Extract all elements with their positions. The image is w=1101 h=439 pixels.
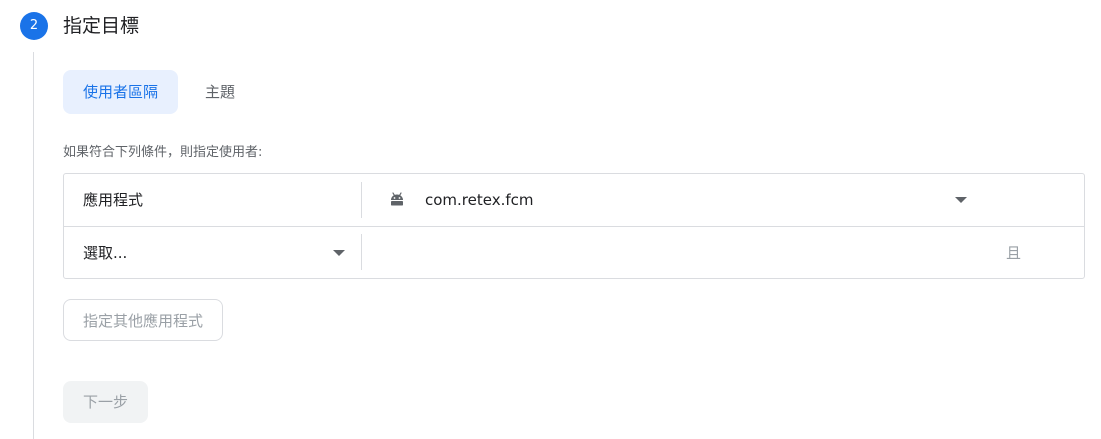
condition-dropdown-arrow-icon[interactable]	[333, 250, 345, 256]
app-dropdown-arrow-icon[interactable]	[955, 197, 967, 203]
android-icon	[391, 192, 403, 206]
step-number-badge: 2	[20, 12, 48, 40]
select-condition-row: 選取... 且	[64, 227, 1084, 278]
cell-divider	[361, 182, 362, 218]
targeting-step-page: 2 指定目標 使用者區隔 主題 如果符合下列條件，則指定使用者: 應用程式 co…	[0, 0, 1101, 439]
condition-description: 如果符合下列條件，則指定使用者:	[63, 145, 263, 160]
and-operator-label: 且	[1006, 244, 1022, 262]
app-condition-row: 應用程式 com.retex.fcm	[64, 174, 1084, 227]
next-step-button[interactable]: 下一步	[63, 381, 149, 423]
tab-user-segment[interactable]: 使用者區隔	[63, 70, 179, 114]
app-select-value[interactable]: com.retex.fcm	[425, 189, 534, 211]
targeting-conditions-table: 應用程式 com.retex.fcm 選取... 且	[63, 173, 1085, 279]
condition-select-dropdown[interactable]: 選取...	[83, 242, 127, 264]
tab-topic[interactable]: 主題	[185, 70, 255, 114]
add-another-app-button[interactable]: 指定其他應用程式	[63, 299, 224, 341]
app-condition-label: 應用程式	[83, 191, 144, 209]
cell-divider	[361, 234, 362, 270]
step-connector-line	[33, 52, 34, 439]
step-title: 指定目標	[63, 15, 140, 37]
